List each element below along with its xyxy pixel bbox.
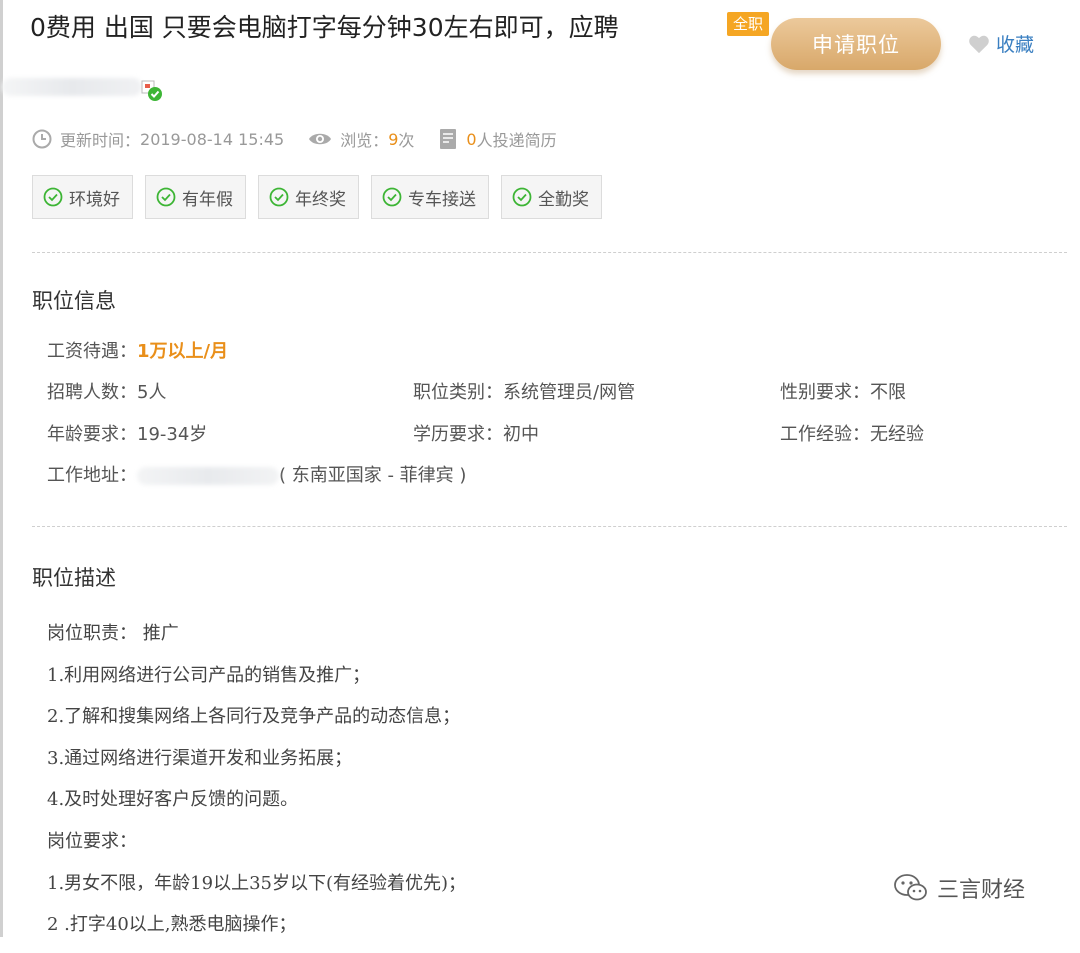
heart-icon — [969, 35, 989, 53]
age-requirement: 年龄要求：19-34岁 — [47, 424, 208, 445]
watermark: 三言财经 — [893, 872, 1025, 904]
description-line: 2.了解和搜集网络上各同行及竞争产品的动态信息； — [47, 706, 461, 728]
favorite-button[interactable]: 收藏 — [968, 30, 1034, 57]
wechat-icon — [894, 874, 927, 901]
fulltime-badge: 全职 — [727, 12, 770, 36]
job-description-title: 职位描述 — [32, 566, 116, 590]
benefit-tag: 专车接送 — [371, 175, 489, 219]
job-meta: 更新时间： 2019-08-14 15:45 浏览： 9 次 0 人投递简历 — [32, 127, 581, 151]
update-time: 更新时间： 2019-08-14 15:45 — [32, 127, 284, 151]
description-line: 岗位要求： — [47, 830, 137, 852]
description-line: 1.男女不限，年龄19以上35岁以下(有经验着优先)； — [47, 872, 467, 894]
description-line: 4.及时处理好客户反馈的问题。 — [47, 789, 299, 811]
work-address: 工作地址：( 东南亚国家 - 菲律宾 ) — [47, 465, 467, 486]
apply-job-button[interactable]: 申请职位 — [771, 18, 941, 70]
view-count: 浏览： 9 次 — [308, 127, 414, 151]
benefit-tags: 环境好 有年假 年终奖 专车接送 全勤奖 — [32, 175, 614, 219]
headcount: 招聘人数：5人 — [47, 382, 167, 403]
verified-badge-icon — [141, 80, 162, 101]
description-line: 1.利用网络进行公司产品的销售及推广； — [47, 664, 371, 686]
experience-requirement: 工作经验：无经验 — [780, 424, 924, 445]
favorite-label: 收藏 — [996, 34, 1035, 56]
left-border — [0, 0, 3, 937]
description-line: 3.通过网络进行渠道开发和业务拓展； — [47, 747, 353, 769]
check-circle-icon — [269, 187, 289, 207]
benefit-tag: 环境好 — [32, 175, 133, 219]
education-requirement: 学历要求：初中 — [413, 424, 539, 445]
description-line: 2 .打字40以上,熟悉电脑操作； — [47, 914, 297, 936]
company-name-redacted — [2, 78, 142, 96]
benefit-tag: 有年假 — [145, 175, 246, 219]
check-circle-icon — [43, 187, 63, 207]
benefit-tag: 年终奖 — [258, 175, 359, 219]
description-line: 岗位职责： 推广 — [47, 623, 179, 644]
job-description: 岗位职责： 推广 1.利用网络进行公司产品的销售及推广； 2.了解和搜集网络上各… — [47, 620, 466, 953]
salary: 工资待遇：1万以上/月 — [47, 341, 229, 362]
watermark-text: 三言财经 — [937, 878, 1026, 903]
check-circle-icon — [382, 187, 402, 207]
check-circle-icon — [156, 187, 176, 207]
section-divider — [32, 252, 1067, 253]
check-circle-icon — [512, 187, 532, 207]
position-info-title: 职位信息 — [32, 289, 116, 313]
document-icon — [440, 129, 457, 149]
clock-icon — [32, 129, 52, 149]
resume-count: 0 人投递简历 — [438, 127, 557, 151]
job-category: 职位类别：系统管理员/网管 — [413, 382, 636, 403]
job-header: 0费用 出国 只要会电脑打字每分钟30左右即可，应聘 全职 申请职位 收藏 — [30, 10, 1070, 70]
benefit-tag: 全勤奖 — [501, 175, 602, 219]
section-divider — [32, 526, 1067, 527]
address-redacted — [137, 467, 279, 485]
gender-requirement: 性别要求：不限 — [780, 382, 906, 403]
job-title: 0费用 出国 只要会电脑打字每分钟30左右即可，应聘 — [30, 13, 619, 42]
eye-icon — [309, 133, 332, 145]
